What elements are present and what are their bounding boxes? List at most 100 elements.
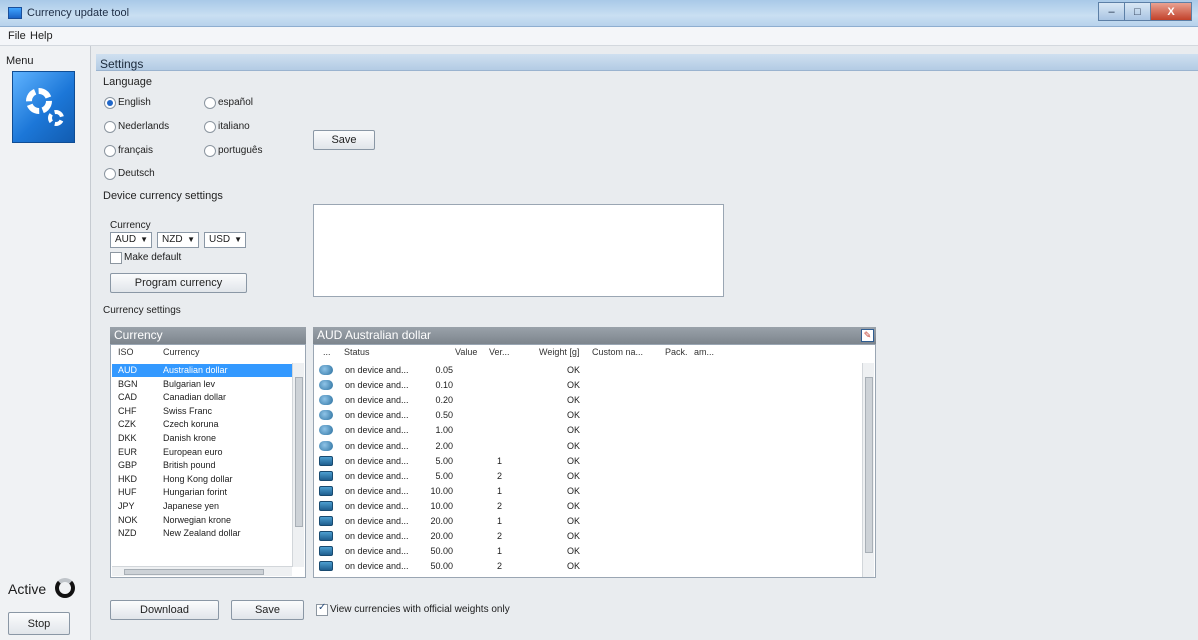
denomination-value: 10.00 [430, 485, 453, 496]
denomination-row[interactable]: on device and... 1.00 OK [315, 424, 849, 437]
currency-row[interactable]: HUF Hungarian forint [112, 486, 292, 499]
denomination-row[interactable]: on device and... 10.00 1 OK [315, 485, 849, 498]
stop-button[interactable]: Stop [8, 612, 70, 635]
denomination-status: on device and... [345, 425, 409, 436]
radio-language-francais[interactable]: français [104, 145, 153, 157]
denomination-row[interactable]: on device and... 5.00 1 OK [315, 455, 849, 468]
scroll-thumb[interactable] [295, 377, 303, 527]
program-currency-button[interactable]: Program currency [110, 273, 247, 293]
currency-iso: BGN [118, 378, 138, 389]
column-header-value[interactable]: Value [455, 347, 477, 357]
currency-select-1[interactable]: AUD ▼ [110, 232, 152, 248]
edit-icon[interactable]: ✎ [861, 329, 874, 342]
denomination-row[interactable]: on device and... 0.10 OK [315, 379, 849, 392]
close-button[interactable]: X [1150, 2, 1192, 21]
denomination-row[interactable]: on device and... 50.00 2 OK [315, 560, 849, 573]
denomination-status: on device and... [345, 561, 409, 572]
denomination-value: 2.00 [435, 440, 453, 451]
menu-tab-label[interactable]: Menu [6, 55, 34, 67]
scroll-thumb[interactable] [865, 377, 873, 553]
settings-header: Settings [96, 54, 1198, 71]
maximize-button[interactable]: □ [1124, 2, 1150, 21]
window-title: Currency update tool [27, 7, 130, 19]
coin-icon [319, 380, 333, 391]
currency-row[interactable]: EUR European euro [112, 446, 292, 459]
banknote-icon [319, 500, 333, 511]
currency-name: Canadian dollar [163, 392, 227, 403]
column-header-status[interactable]: Status [344, 347, 370, 357]
banknote-icon [319, 516, 333, 526]
denomination-weight: OK [567, 425, 581, 436]
denomination-row[interactable]: on device and... 0.05 OK [315, 364, 849, 377]
denomination-row[interactable]: on device and... 2.00 OK [315, 440, 849, 453]
save-currency-button[interactable]: Save [231, 600, 304, 620]
column-header-amount[interactable]: am... [694, 347, 714, 357]
official-weights-only-checkbox[interactable]: View currencies with official weights on… [316, 602, 510, 616]
radio-language-deutsch[interactable]: Deutsch [104, 168, 155, 180]
denomination-row[interactable]: on device and... 0.50 OK [315, 409, 849, 422]
app-icon [8, 7, 22, 19]
denomination-weight: OK [567, 470, 581, 481]
column-header-version[interactable]: Ver... [489, 347, 510, 357]
currency-row[interactable]: AUD Australian dollar [112, 364, 292, 377]
column-header-iso[interactable]: ISO [118, 347, 134, 357]
banknote-icon [319, 561, 333, 572]
currency-row[interactable]: JPY Japanese yen [112, 500, 292, 513]
currency-row[interactable]: DKK Danish krone [112, 432, 292, 445]
currency-row[interactable]: CHF Swiss Franc [112, 405, 292, 418]
settings-tile[interactable] [12, 71, 75, 143]
radio-language-italiano[interactable]: italiano [204, 121, 250, 133]
currency-name: Danish krone [163, 433, 217, 443]
gear-small-icon [48, 110, 64, 126]
radio-language-nederlands[interactable]: Nederlands [104, 121, 169, 133]
denomination-version: 2 [497, 500, 503, 511]
denomination-value: 50.00 [430, 561, 453, 572]
denomination-row[interactable]: on device and... 0.20 OK [315, 394, 849, 407]
currency-select-2[interactable]: NZD ▼ [157, 232, 199, 248]
currency-row[interactable]: HKD Hong Kong dollar [112, 473, 292, 486]
currency-iso: AUD [118, 365, 138, 375]
scroll-thumb[interactable] [124, 569, 264, 575]
denomination-table-vscroll[interactable] [862, 363, 874, 577]
denomination-status: on device and... [345, 380, 409, 391]
currency-list-vscroll[interactable] [292, 363, 304, 567]
program-log-textarea[interactable] [313, 204, 724, 297]
currency-name: Japanese yen [163, 501, 220, 511]
column-header-currency[interactable]: Currency [163, 347, 200, 357]
currency-row[interactable]: GBP British pound [112, 459, 292, 472]
denomination-weight: OK [567, 546, 581, 557]
menu-help[interactable]: Help [30, 30, 53, 42]
column-header-weight[interactable]: Weight [g] [539, 347, 579, 357]
download-button[interactable]: Download [110, 600, 219, 620]
currency-select-2-value: NZD [162, 234, 183, 245]
denomination-row[interactable]: on device and... 5.00 2 OK [315, 470, 849, 483]
column-header-custom-name[interactable]: Custom na... [592, 347, 643, 357]
save-settings-button[interactable]: Save [313, 130, 375, 150]
currency-row[interactable]: NZD New Zealand dollar [112, 527, 292, 540]
column-header-pack[interactable]: Pack. [665, 347, 688, 357]
currency-select-3[interactable]: USD ▼ [204, 232, 246, 248]
currency-iso: NOK [118, 514, 138, 525]
currency-row[interactable]: NOK Norwegian krone [112, 514, 292, 527]
denomination-row[interactable]: on device and... 10.00 2 OK [315, 500, 849, 513]
window-controls: – □ X [1098, 2, 1192, 21]
make-default-checkbox[interactable]: Make default [110, 252, 181, 264]
currency-list-hscroll[interactable] [112, 566, 292, 576]
currency-name: Swiss Franc [163, 405, 213, 416]
radio-language-espanol[interactable]: español [204, 97, 253, 109]
radio-language-english[interactable]: English [104, 97, 151, 109]
menu-file[interactable]: File [8, 30, 26, 42]
denomination-row[interactable]: on device and... 20.00 1 OK [315, 515, 849, 528]
minimize-button[interactable]: – [1098, 2, 1124, 21]
denomination-table[interactable]: ... Status Value Ver... Weight [g] Custo… [313, 344, 876, 578]
banknote-icon [319, 531, 333, 542]
currency-row[interactable]: BGN Bulgarian lev [112, 378, 292, 391]
title-bar[interactable]: Currency update tool – □ X [0, 0, 1198, 27]
currency-row[interactable]: CZK Czech koruna [112, 418, 292, 431]
currency-row[interactable]: CAD Canadian dollar [112, 391, 292, 404]
currency-list[interactable]: ISO Currency AUD Australian dollar BGN Bulg… [110, 344, 306, 578]
radio-language-portugues[interactable]: português [204, 145, 262, 157]
column-header-kind[interactable]: ... [323, 347, 331, 357]
denomination-row[interactable]: on device and... 50.00 1 OK [315, 545, 849, 558]
denomination-row[interactable]: on device and... 20.00 2 OK [315, 530, 849, 543]
